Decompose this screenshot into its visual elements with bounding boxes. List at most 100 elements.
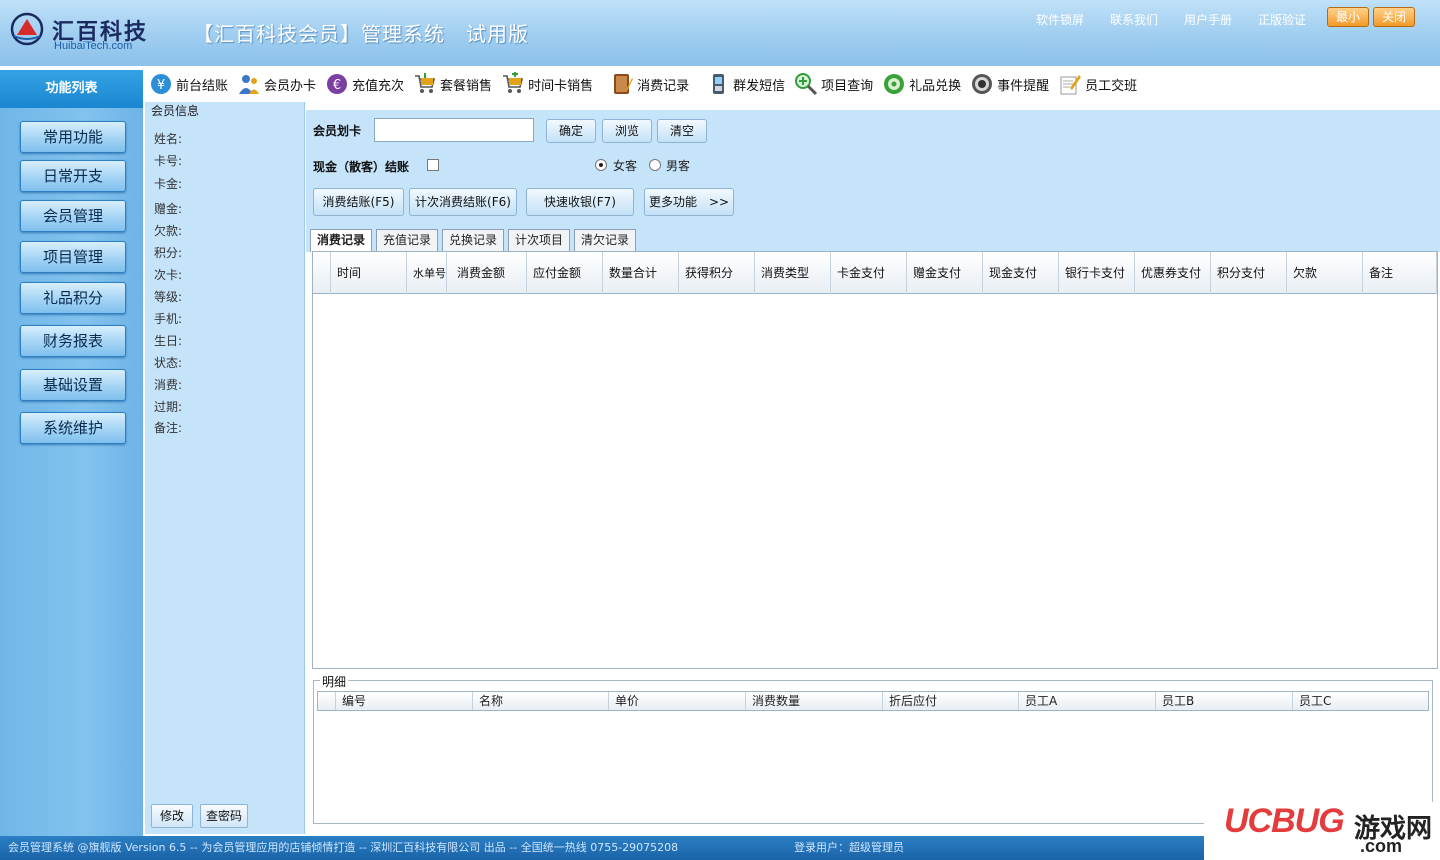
member-field-label: 次卡: [154, 268, 183, 282]
column-header[interactable]: 员工B [1156, 692, 1293, 710]
column-header[interactable]: 消费类型 [755, 252, 831, 294]
tab-recharge-records[interactable]: 充值记录 [376, 229, 438, 251]
svg-text:€: € [333, 78, 341, 93]
contact-link[interactable]: 联系我们 [1110, 11, 1158, 28]
column-header[interactable]: 数量合计 [603, 252, 679, 294]
magnifier-icon [794, 72, 818, 96]
title-bar: 汇百科技 HuibaiTech.com 【汇百科技会员】管理系统 试用版 软件锁… [0, 0, 1440, 66]
tab-count-items[interactable]: 计次项目 [508, 229, 570, 251]
checkout-f5-button[interactable]: 消费结账(F5) [313, 188, 404, 216]
confirm-button[interactable]: 确定 [546, 119, 596, 143]
phone-icon [706, 72, 730, 96]
tab-consumption-records[interactable]: 消费记录 [310, 229, 372, 252]
column-header[interactable]: 消费数量 [746, 692, 883, 710]
member-field-label: 过期: [154, 400, 183, 414]
column-header[interactable]: 获得积分 [679, 252, 755, 294]
column-header[interactable]: 消费金额 [451, 252, 527, 294]
sidebar-item-system-maintenance[interactable]: 系统维护 [20, 412, 126, 444]
toolbar-time-card-sales[interactable]: 时间卡销售 [497, 69, 597, 99]
manual-link[interactable]: 用户手册 [1184, 11, 1232, 28]
tab-redeem-records[interactable]: 兑换记录 [442, 229, 504, 251]
column-header[interactable]: 银行卡支付 [1059, 252, 1135, 294]
consumption-grid[interactable]: 时间 水单号 消费金额 应付金额 数量合计 获得积分 消费类型 卡金支付 赠金支… [312, 251, 1438, 669]
toolbar-sms[interactable]: 群发短信 [702, 69, 789, 99]
toolbar-consumption-records[interactable]: 消费记录 [606, 69, 693, 99]
pencil-note-icon [1058, 72, 1082, 96]
toolbar-recharge[interactable]: € 充值充次 [321, 69, 408, 99]
column-header[interactable]: 卡金支付 [831, 252, 907, 294]
close-button[interactable]: 关闭 [1373, 7, 1415, 27]
browse-button[interactable]: 浏览 [602, 119, 652, 143]
card-swipe-input[interactable] [374, 118, 534, 142]
cart-icon [413, 72, 437, 96]
sidebar-item-member-mgmt[interactable]: 会员管理 [20, 200, 126, 232]
member-field-label: 卡号: [154, 154, 183, 168]
male-label: 男客 [666, 159, 691, 173]
top-links: 软件锁屏 联系我们 用户手册 正版验证 [1010, 11, 1306, 28]
license-link[interactable]: 正版验证 [1258, 11, 1306, 28]
toolbar-label: 套餐销售 [440, 78, 493, 94]
toolbar-label: 项目查询 [821, 78, 874, 94]
toolbar: ¥ 前台结账 会员办卡 € 充值充次 套餐销售 时间卡销售 消费记录 群发短信 … [145, 66, 1440, 102]
quick-cashier-f7-button[interactable]: 快速收银(F7) [526, 188, 634, 216]
toolbar-gift-redeem[interactable]: 礼品兑换 [878, 69, 965, 99]
column-header[interactable]: 优惠券支付 [1135, 252, 1211, 294]
member-field-label: 赠金: [154, 202, 183, 216]
toolbar-checkout[interactable]: ¥ 前台结账 [145, 69, 232, 99]
sidebar-item-finance-report[interactable]: 财务报表 [20, 325, 126, 357]
sidebar-header: 功能列表 [0, 70, 143, 108]
column-header[interactable]: 赠金支付 [907, 252, 983, 294]
column-header[interactable]: 备注 [1363, 252, 1437, 294]
status-text: 会员管理系统 @旗舰版 Version 6.5 -- 为会员管理应用的店铺倾情打… [8, 841, 679, 854]
toolbar-label: 群发短信 [733, 78, 786, 94]
column-header[interactable]: 单价 [609, 692, 746, 710]
column-header[interactable]: 积分支付 [1211, 252, 1287, 294]
column-header[interactable]: 名称 [473, 692, 609, 710]
toolbar-label: 时间卡销售 [528, 78, 594, 94]
member-field-label: 消费: [154, 378, 183, 392]
toolbar-staff-handover[interactable]: 员工交班 [1054, 69, 1141, 99]
grid-header: 时间 水单号 消费金额 应付金额 数量合计 获得积分 消费类型 卡金支付 赠金支… [313, 252, 1437, 294]
column-header[interactable]: 员工A [1019, 692, 1156, 710]
logo-mark-icon [10, 12, 44, 46]
column-header[interactable]: 编号 [336, 692, 473, 710]
toolbar-project-query[interactable]: 项目查询 [790, 69, 877, 99]
column-header[interactable]: 水单号 [407, 252, 447, 294]
tab-debt-clear-records[interactable]: 清欠记录 [574, 229, 636, 251]
male-radio[interactable] [649, 159, 661, 171]
check-password-button[interactable]: 查密码 [200, 804, 248, 828]
sidebar-item-project-mgmt[interactable]: 项目管理 [20, 241, 126, 273]
member-field-label: 等级: [154, 290, 183, 304]
cash-checkout-checkbox[interactable] [427, 159, 439, 171]
notebook-icon [610, 72, 634, 96]
toolbar-event-reminder[interactable]: 事件提醒 [966, 69, 1053, 99]
euro-coin-icon: € [325, 72, 349, 96]
column-header[interactable]: 时间 [331, 252, 407, 294]
member-info-panel: 会员信息 姓名: 卡号: 卡金: 赠金: 欠款: 积分: 次卡: 等级: 手机:… [145, 102, 305, 834]
sidebar-item-common[interactable]: 常用功能 [20, 121, 126, 153]
more-functions-button[interactable]: 更多功能 >> [644, 188, 734, 216]
column-header[interactable]: 应付金额 [527, 252, 603, 294]
toolbar-new-member[interactable]: 会员办卡 [233, 69, 320, 99]
sidebar-item-gift-points[interactable]: 礼品积分 [20, 282, 126, 314]
detail-grid-header: 编号 名称 单价 消费数量 折后应付 员工A 员工B 员工C [317, 691, 1429, 711]
row-selector-header [318, 692, 336, 710]
clear-button[interactable]: 清空 [657, 119, 707, 143]
sidebar-item-basic-settings[interactable]: 基础设置 [20, 369, 126, 401]
column-header[interactable]: 现金支付 [983, 252, 1059, 294]
sidebar-item-daily-expense[interactable]: 日常开支 [20, 160, 126, 192]
toolbar-label: 员工交班 [1085, 78, 1138, 94]
column-header[interactable]: 欠款 [1287, 252, 1363, 294]
member-field-label: 积分: [154, 246, 183, 260]
member-field-label: 姓名: [154, 132, 183, 146]
disc-icon [882, 72, 906, 96]
modify-button[interactable]: 修改 [151, 804, 193, 828]
column-header[interactable]: 折后应付 [883, 692, 1019, 710]
column-header[interactable]: 员工C [1293, 692, 1428, 710]
toolbar-package-sales[interactable]: 套餐销售 [409, 69, 496, 99]
minimize-button[interactable]: 最小 [1327, 7, 1369, 27]
lock-screen-link[interactable]: 软件锁屏 [1036, 11, 1084, 28]
count-checkout-f6-button[interactable]: 计次消费结账(F6) [409, 188, 517, 216]
toolbar-label: 会员办卡 [264, 78, 317, 94]
female-radio[interactable] [595, 159, 607, 171]
